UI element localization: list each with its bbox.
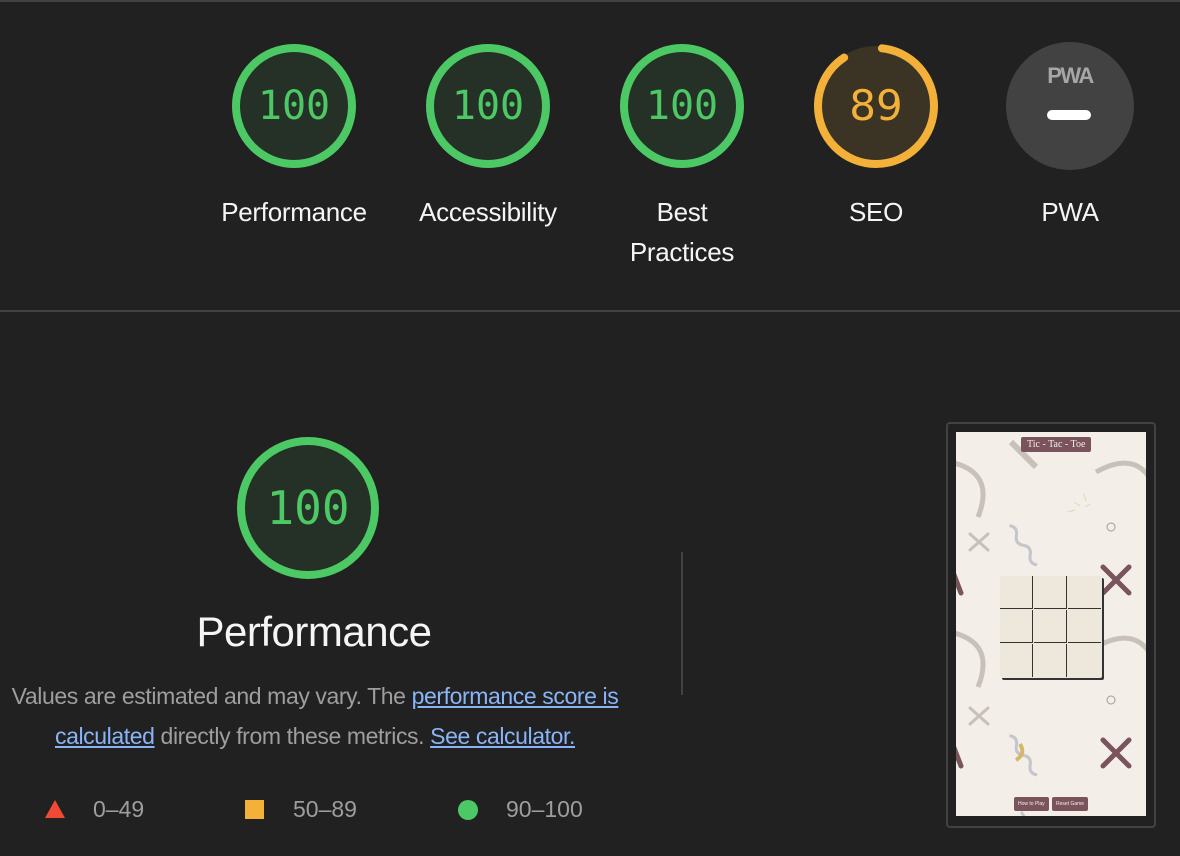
circle-pass-icon: [458, 800, 478, 820]
how-to-play-button: How to Play: [1014, 797, 1049, 811]
pwa-logo-icon: PWA: [1047, 63, 1094, 88]
reset-game-button: Reset Game: [1052, 797, 1089, 811]
gauge-performance[interactable]: 100 Performance: [204, 41, 384, 232]
gauge-best-practices[interactable]: 100 Best Practices: [592, 41, 772, 272]
triangle-fail-icon: [45, 800, 65, 818]
square-average-icon: [245, 800, 264, 819]
legend-average-range: 50–89: [293, 796, 357, 822]
score-best-practices: 100: [645, 83, 719, 129]
vertical-divider: [681, 552, 683, 695]
see-calculator-link[interactable]: See calculator.: [430, 723, 575, 749]
label-best-practices-line1: Best: [656, 197, 708, 227]
label-performance: Performance: [221, 197, 367, 227]
not-applicable-dash-icon: [1047, 110, 1091, 120]
label-accessibility: Accessibility: [419, 197, 557, 227]
label-best-practices: Best Practices: [592, 192, 772, 272]
label-seo: SEO: [848, 197, 903, 227]
description-prefix: Values are estimated and may vary. The: [11, 683, 412, 709]
final-screenshot-frame[interactable]: Tic - Tac - Toe How to Play Reset Game: [946, 422, 1156, 828]
score-performance: 100: [257, 83, 331, 129]
legend-fail-range: 0–49: [93, 796, 145, 822]
top-border: [0, 0, 1180, 2]
label-best-practices-line2: Practices: [629, 237, 735, 267]
tic-tac-toe-board: [1000, 576, 1102, 678]
score-scale-legend: 0–49 50–89 90–100: [0, 792, 700, 826]
pwa-badge-bg: [1006, 42, 1134, 170]
section-divider: [0, 310, 1180, 312]
legend-pass-range: 90–100: [506, 796, 583, 822]
performance-gauge-large: 100: [234, 434, 394, 584]
gauge-pwa[interactable]: PWA PWA: [980, 41, 1160, 232]
gauge-seo[interactable]: 89 SEO: [786, 41, 966, 232]
score-accessibility: 100: [451, 83, 525, 129]
performance-description: Values are estimated and may vary. The p…: [0, 676, 638, 756]
performance-heading: Performance: [196, 608, 432, 655]
app-title: Tic - Tac - Toe: [1021, 437, 1092, 452]
label-pwa: PWA: [1041, 197, 1099, 227]
score-seo: 89: [849, 81, 903, 130]
performance-score-large: 100: [266, 481, 350, 535]
description-middle: directly from these metrics.: [154, 723, 431, 749]
gauge-accessibility[interactable]: 100 Accessibility: [398, 41, 578, 232]
final-screenshot: Tic - Tac - Toe How to Play Reset Game: [956, 432, 1146, 816]
